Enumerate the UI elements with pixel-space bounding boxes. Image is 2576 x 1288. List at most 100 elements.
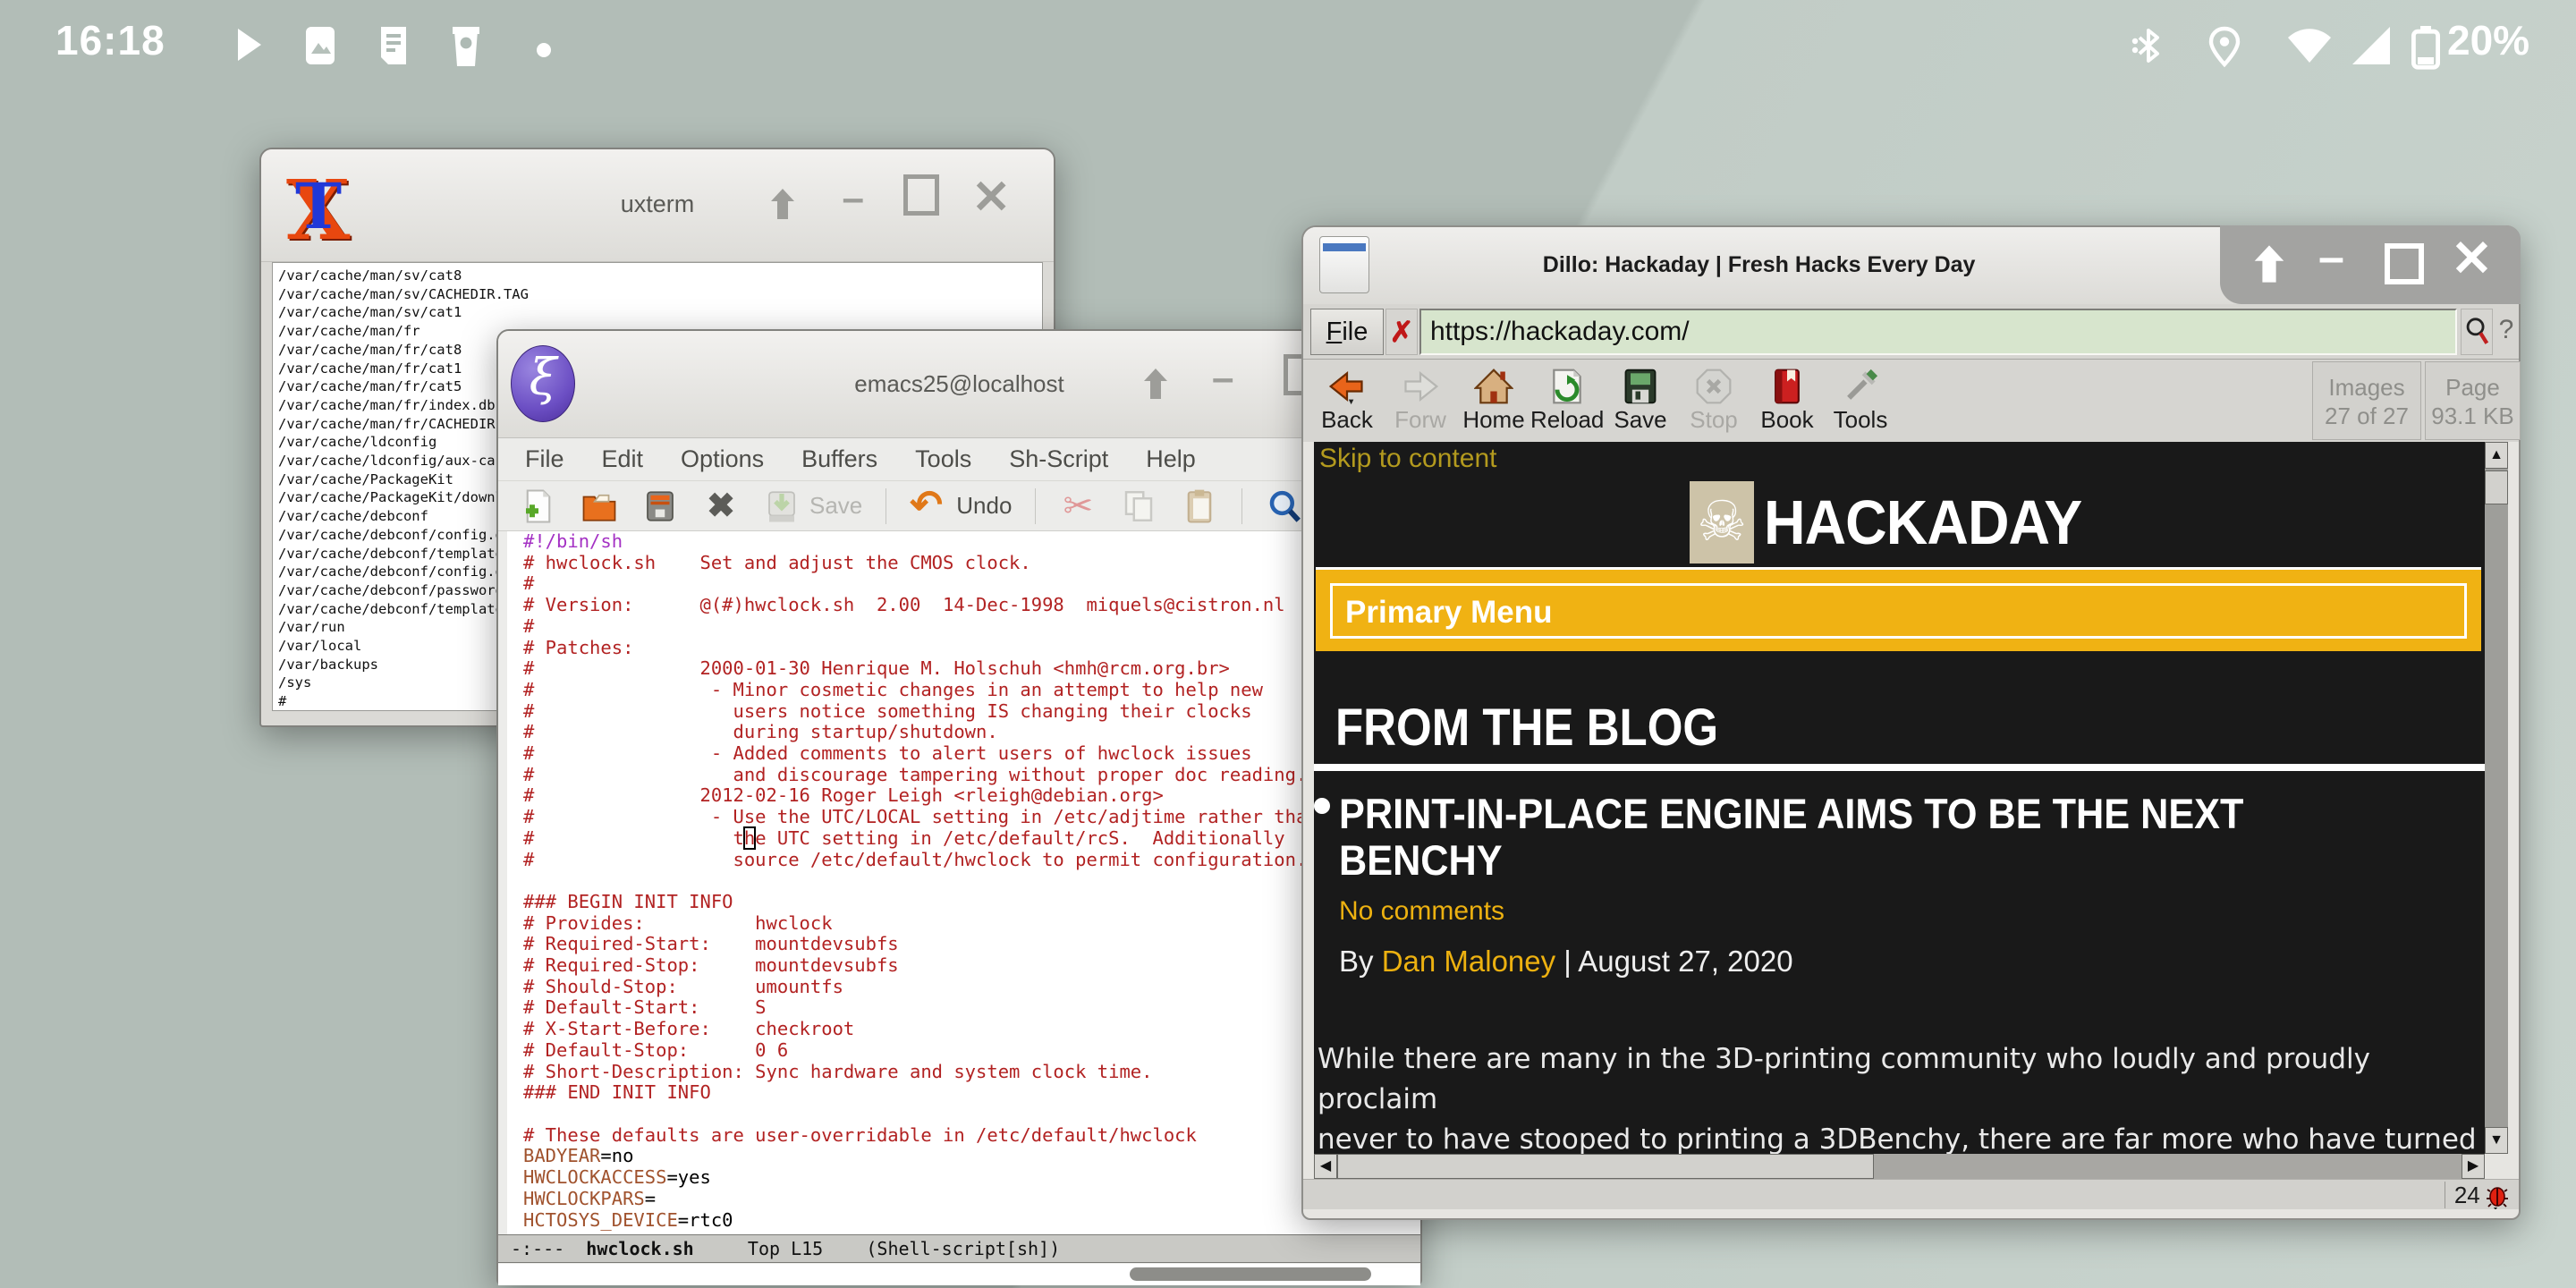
emacs-title: emacs25@localhost bbox=[854, 370, 1064, 397]
page-size-panel: Page 93.1 KB bbox=[2425, 361, 2521, 440]
dillo-window: Dillo: Hackaday | Fresh Hacks Every Day … bbox=[1301, 225, 2521, 1220]
android-status-bar: 16:18 20% bbox=[0, 0, 2576, 85]
minimize-button[interactable]: – bbox=[2318, 231, 2344, 284]
minimize-button[interactable]: – bbox=[843, 176, 864, 221]
cup-icon bbox=[453, 27, 479, 66]
menu-tools[interactable]: Tools bbox=[915, 445, 971, 473]
comments-link[interactable]: No comments bbox=[1339, 896, 1504, 927]
section-heading: FROM THE BLOG bbox=[1335, 699, 1719, 757]
code-line: ### BEGIN INIT INFO bbox=[523, 890, 733, 912]
home-button[interactable]: Home bbox=[1457, 361, 1530, 440]
code-line: # source /etc/default/hwclock to permit … bbox=[523, 848, 1308, 870]
text-cursor: h bbox=[742, 826, 757, 850]
scroll-left-icon[interactable]: ◀ bbox=[1314, 1154, 1337, 1179]
menu-edit[interactable]: Edit bbox=[602, 445, 644, 473]
code-line: # users notice something IS changing the… bbox=[523, 699, 1252, 722]
back-button[interactable]: Back bbox=[1310, 361, 1384, 440]
file-menu-button[interactable]: File bbox=[1310, 309, 1384, 355]
paste-icon bbox=[1188, 489, 1212, 523]
forward-button: Forw bbox=[1384, 361, 1457, 440]
wifi-icon bbox=[2288, 29, 2331, 63]
menu-help[interactable]: Help bbox=[1146, 445, 1196, 473]
article-title-link[interactable]: PRINT-IN-PLACE ENGINE AIMS TO BE THE NEX… bbox=[1339, 791, 2376, 884]
code-line: # These defaults are user-overridable in… bbox=[523, 1123, 1197, 1146]
code-line: # Should-Stop: umountfs bbox=[523, 975, 843, 997]
menu-options[interactable]: Options bbox=[681, 445, 764, 473]
uxterm-titlebar[interactable]: XT uxterm – ✕ bbox=[261, 149, 1054, 262]
save-icon bbox=[1624, 369, 1657, 404]
bug-meter[interactable]: 24 bbox=[2444, 1182, 2512, 1211]
search-icon[interactable] bbox=[1266, 487, 1303, 525]
dillo-titlebar[interactable]: Dillo: Hackaday | Fresh Hacks Every Day … bbox=[1303, 225, 2521, 304]
dillo-status-bar: 24 bbox=[1303, 1179, 2519, 1211]
menu-buffers[interactable]: Buffers bbox=[801, 445, 877, 473]
scroll-right-icon[interactable]: ▶ bbox=[2462, 1154, 2485, 1179]
bookmarks-button[interactable]: Book bbox=[1750, 361, 1824, 440]
notes-icon bbox=[381, 27, 406, 64]
hackaday-logo[interactable]: ☠ HACKADAY bbox=[1314, 481, 2485, 564]
help-icon[interactable]: ? bbox=[2493, 309, 2520, 355]
section-divider bbox=[1314, 764, 2485, 771]
terminal-line: /var/cache/man/sv/cat1 bbox=[278, 304, 462, 321]
save-button[interactable]: Save bbox=[1604, 361, 1677, 440]
minimize-button[interactable]: – bbox=[1212, 356, 1233, 401]
emacs-echo-area bbox=[498, 1264, 1420, 1285]
code-line: # during startup/shutdown. bbox=[523, 721, 998, 743]
stop-icon bbox=[1696, 369, 1732, 404]
keep-above-button[interactable] bbox=[1135, 363, 1176, 404]
emacs-toolbar: ✖ Save ↶ Undo ✂ bbox=[498, 481, 1420, 531]
close-button[interactable]: ✕ bbox=[971, 171, 1011, 225]
toolbar-separator bbox=[1241, 487, 1243, 524]
modeline-buffer-name: hwclock.sh bbox=[586, 1238, 694, 1259]
maximize-button[interactable] bbox=[2385, 243, 2424, 284]
toolbar-separator bbox=[1035, 487, 1037, 524]
code-line: # - Use the UTC/LOCAL setting in /etc/ad… bbox=[523, 806, 1318, 828]
dillo-toolbar: Back Forw Home Reload Save Stop Book Too… bbox=[1303, 360, 2521, 442]
maximize-button[interactable] bbox=[903, 174, 939, 216]
keep-above-button[interactable] bbox=[2247, 242, 2292, 286]
skip-to-content-link[interactable]: Skip to content bbox=[1319, 444, 1496, 474]
emacs-modeline: -:--- hwclock.sh Top L15 (Shell-script[s… bbox=[498, 1234, 1420, 1263]
author-link[interactable]: Dan Maloney bbox=[1382, 945, 1555, 978]
menu-sh-script[interactable]: Sh-Script bbox=[1009, 445, 1108, 473]
battery-percent: 20% bbox=[2447, 17, 2530, 64]
scroll-down-icon[interactable]: ▼ bbox=[2485, 1127, 2508, 1154]
vertical-scrollbar[interactable]: ▲ ▼ bbox=[2485, 442, 2508, 1154]
url-input[interactable] bbox=[1419, 309, 2457, 355]
article-paragraph: While there are many in the 3D-printing … bbox=[1318, 1043, 2477, 1154]
undo-icon[interactable]: ↶ bbox=[910, 485, 947, 525]
horizontal-scrollbar[interactable]: ◀ ▶ bbox=[1314, 1154, 2485, 1179]
primary-menu-button[interactable]: Primary Menu bbox=[1330, 583, 2467, 639]
tools-button[interactable]: Tools bbox=[1824, 361, 1897, 440]
save-icon bbox=[768, 490, 795, 521]
back-arrow-icon bbox=[1328, 371, 1363, 405]
menu-file[interactable]: File bbox=[525, 445, 564, 473]
code-line: # Short-Description: Sync hardware and s… bbox=[523, 1060, 1153, 1082]
code-line: HWCLOCKACCESS=yes bbox=[523, 1166, 711, 1189]
code-line: # Provides: hwclock bbox=[523, 911, 833, 934]
clear-url-icon[interactable]: ✗ bbox=[1385, 309, 1418, 355]
scroll-up-icon[interactable]: ▲ bbox=[2485, 442, 2508, 469]
vertical-scrollbar-thumb[interactable] bbox=[2485, 470, 2508, 504]
close-button[interactable]: ✕ bbox=[2451, 229, 2493, 288]
horizontal-scrollbar-thumb[interactable] bbox=[1130, 1267, 1371, 1281]
write-file-icon[interactable] bbox=[641, 487, 679, 525]
open-folder-icon[interactable] bbox=[580, 487, 618, 525]
emacs-titlebar[interactable]: ξ emacs25@localhost – bbox=[498, 331, 1420, 438]
new-file-icon[interactable] bbox=[520, 487, 557, 525]
reload-button[interactable]: Reload bbox=[1530, 361, 1604, 440]
horizontal-scrollbar-thumb[interactable] bbox=[1337, 1154, 1874, 1179]
copy-icon bbox=[1125, 490, 1153, 521]
close-buffer-icon[interactable]: ✖ bbox=[702, 487, 740, 525]
primary-menu-band: Primary Menu bbox=[1316, 567, 2481, 651]
code-line: # and discourage tampering without prope… bbox=[523, 763, 1308, 785]
emacs-window: ξ emacs25@localhost – File Edit Options … bbox=[496, 329, 1422, 1285]
tools-icon bbox=[1847, 369, 1878, 400]
url-search-icon[interactable] bbox=[2461, 309, 2493, 355]
emacs-buffer[interactable]: #!/bin/sh # hwclock.sh Set and adjust the… bbox=[498, 531, 1420, 1234]
home-icon bbox=[1474, 369, 1513, 404]
save-label: Save bbox=[809, 492, 863, 519]
modeline-position: Top L15 (Shell-script[sh]) bbox=[693, 1238, 1061, 1259]
keep-above-button[interactable] bbox=[762, 183, 803, 225]
